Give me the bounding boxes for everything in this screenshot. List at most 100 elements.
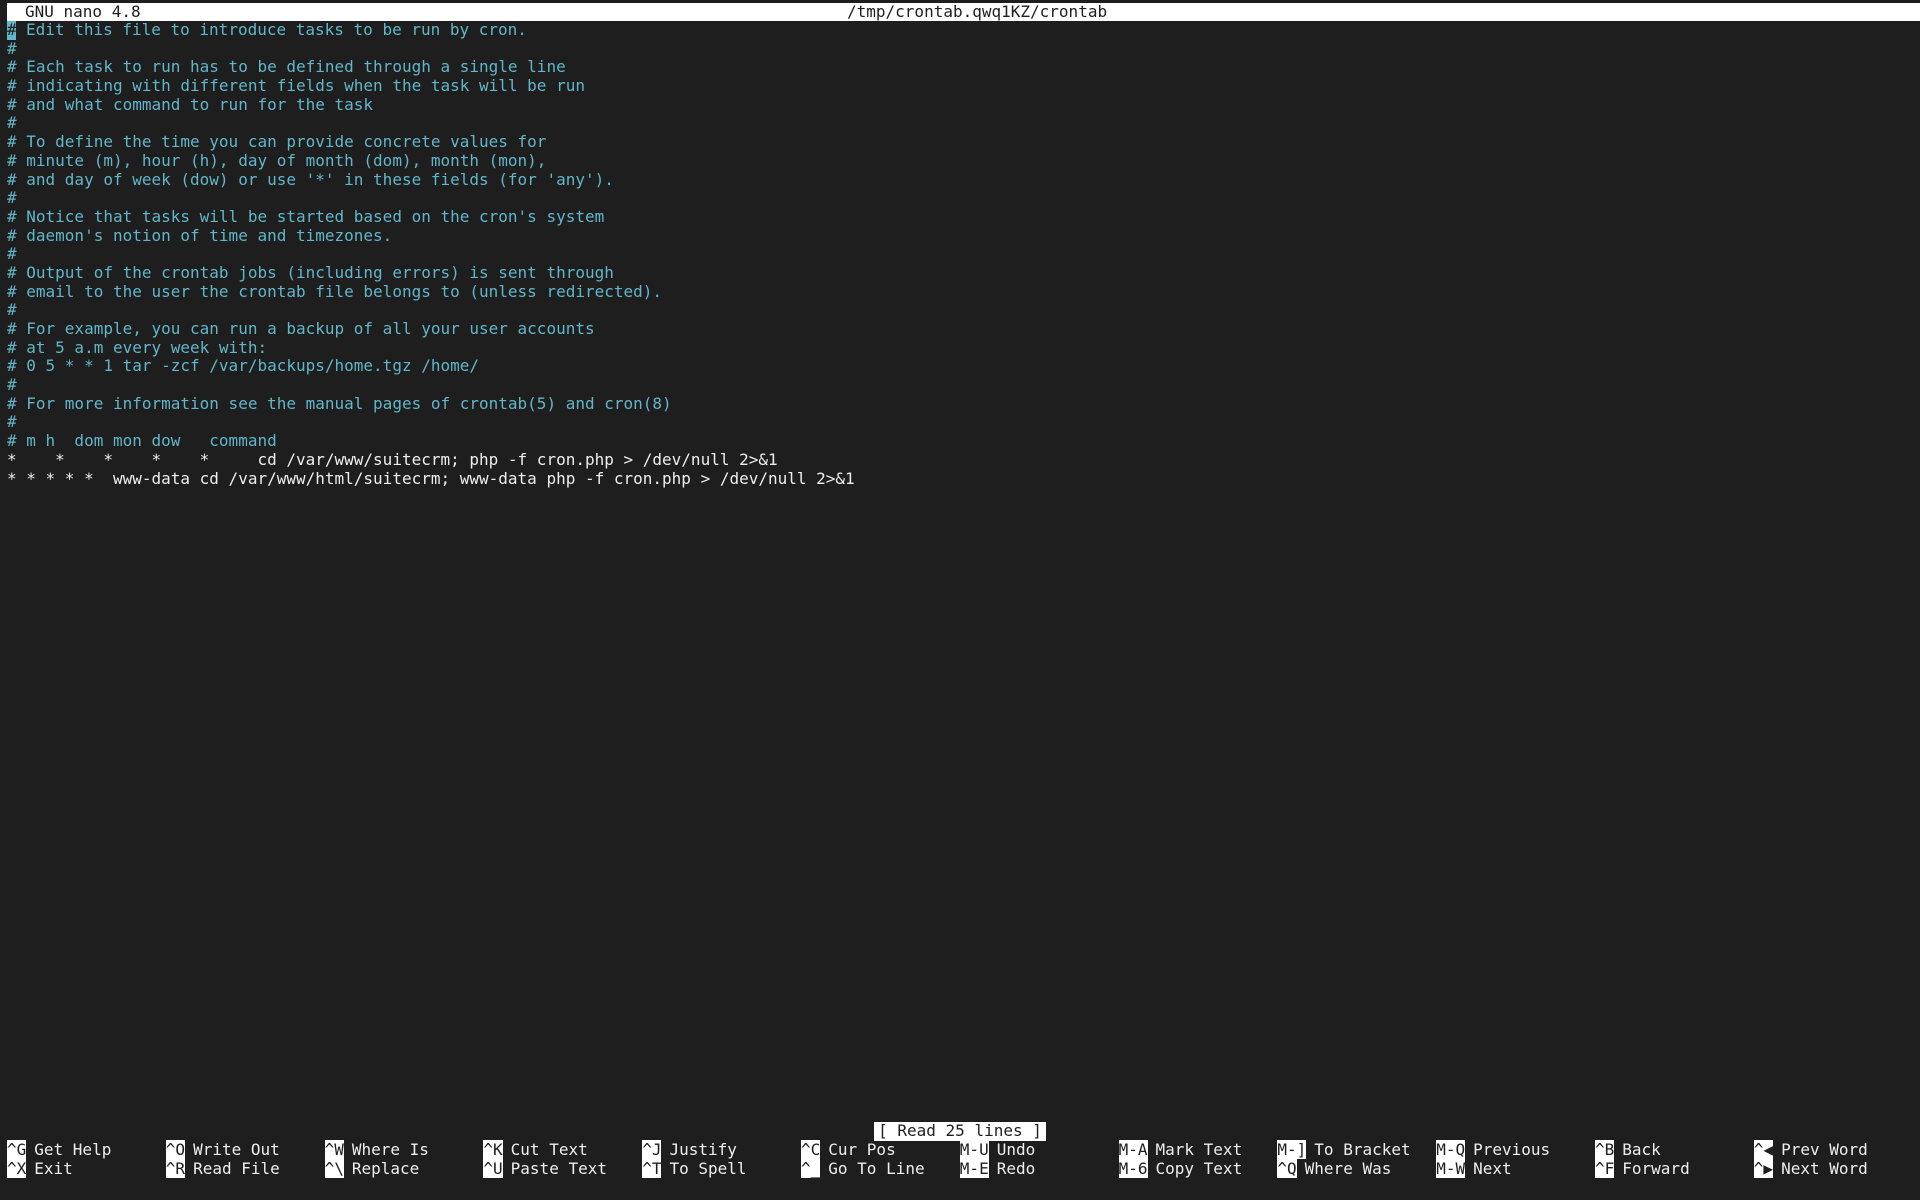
shortcut-next-word[interactable]: ^▶ Next Word <box>1753 1159 1868 1179</box>
shortcut-to-spell[interactable]: ^T To Spell <box>642 1159 747 1179</box>
title-bar: GNU nano 4.8 /tmp/crontab.qwq1KZ/crontab <box>7 2 1920 21</box>
shortcut-prev-word[interactable]: ^◀ Prev Word <box>1753 1140 1868 1160</box>
shortcut-key: M-U <box>959 1140 989 1159</box>
text-cursor: # <box>7 20 17 40</box>
comment-line[interactable]: # For example, you can run a backup of a… <box>7 319 1913 339</box>
cron-entry-line[interactable]: * * * * * www-data cd /var/www/html/suit… <box>7 469 1913 489</box>
shortcut-key: M-6 <box>1118 1159 1148 1178</box>
shortcut-to-bracket[interactable]: M-] To Bracket <box>1277 1140 1411 1160</box>
shortcut-key: ^J <box>642 1140 662 1159</box>
shortcut-label: Where Was <box>1304 1159 1392 1178</box>
shortcut-cur-pos[interactable]: ^C Cur Pos <box>801 1140 896 1160</box>
shortcut-label: Exit <box>34 1159 73 1178</box>
line-text: # Notice that tasks will be started base… <box>7 206 605 226</box>
comment-line[interactable]: # <box>7 38 1913 59</box>
line-text: Edit this file to introduce tasks to be … <box>16 20 527 39</box>
comment-line[interactable]: # email to the user the crontab file bel… <box>7 282 1913 302</box>
shortcut-label: Write Out <box>193 1140 280 1159</box>
comment-line[interactable]: # <box>7 244 1913 264</box>
shortcut-label: Cur Pos <box>828 1140 896 1159</box>
shortcut-key: ^G <box>7 1140 27 1159</box>
status-message: [ Read 25 lines ] <box>874 1121 1046 1141</box>
shortcut-get-help[interactable]: ^G Get Help <box>7 1140 112 1160</box>
shortcut-key: ^K <box>483 1140 503 1159</box>
shortcut-key: ^Q <box>1277 1159 1297 1178</box>
editor-buffer[interactable]: # Edit this file to introduce tasks to b… <box>7 20 1913 489</box>
shortcut-copy-text[interactable]: M-6 Copy Text <box>1118 1159 1243 1179</box>
shortcut-mark-text[interactable]: M-A Mark Text <box>1118 1140 1243 1160</box>
shortcut-key: ^F <box>1595 1159 1615 1178</box>
shortcut-label: Go To Line <box>828 1159 925 1178</box>
shortcut-key: M-W <box>1436 1159 1466 1178</box>
line-text: # <box>7 38 17 58</box>
shortcut-where-was[interactable]: ^Q Where Was <box>1277 1159 1392 1179</box>
comment-line[interactable]: # For more information see the manual pa… <box>7 393 1913 414</box>
line-text: # For example, you can run a backup of a… <box>7 319 595 338</box>
comment-line[interactable]: # at 5 a.m every week with: <box>7 338 1913 358</box>
line-text: # indicating with different fields when … <box>7 76 585 96</box>
shortcut-label: Get Help <box>34 1140 112 1159</box>
shortcut-key: ^◀ <box>1753 1140 1774 1159</box>
line-text: # For more information see the manual pa… <box>7 393 672 413</box>
line-text: # <box>7 188 17 208</box>
line-text: * * * * * cd /var/www/suitecrm; php -f c… <box>7 449 778 469</box>
comment-line[interactable]: # and day of week (dow) or use '*' in th… <box>7 169 1913 190</box>
shortcut-label: To Spell <box>669 1159 747 1178</box>
shortcut-justify[interactable]: ^J Justify <box>642 1140 737 1160</box>
shortcut-redo[interactable]: M-E Redo <box>959 1159 1035 1179</box>
shortcut-label: Justify <box>669 1140 737 1159</box>
comment-line[interactable]: # Edit this file to introduce tasks to b… <box>7 20 1913 40</box>
comment-line[interactable]: # <box>7 300 1913 320</box>
line-text: # <box>7 300 17 320</box>
comment-line[interactable]: # Each task to run has to be defined thr… <box>7 58 1913 77</box>
line-text: # <box>7 113 17 133</box>
comment-line[interactable]: # <box>7 413 1913 432</box>
comment-line[interactable]: # <box>7 188 1913 208</box>
line-text: # 0 5 * * 1 tar -zcf /var/backups/home.t… <box>7 356 480 376</box>
comment-line[interactable]: # indicating with different fields when … <box>7 76 1913 96</box>
comment-line[interactable]: # <box>7 114 1913 133</box>
shortcut-paste-text[interactable]: ^U Paste Text <box>483 1159 607 1179</box>
shortcut-go-to-line[interactable]: ^_ Go To Line <box>801 1159 925 1179</box>
cron-entry-line[interactable]: * * * * * cd /var/www/suitecrm; php -f c… <box>7 449 1913 470</box>
shortcut-back[interactable]: ^B Back <box>1595 1140 1661 1160</box>
shortcut-where-is[interactable]: ^W Where Is <box>324 1140 429 1160</box>
comment-line[interactable]: # daemon's notion of time and timezones. <box>7 226 1913 246</box>
shortcut-read-file[interactable]: ^R Read File <box>165 1159 280 1179</box>
line-text: # To define the time you can provide con… <box>7 132 547 152</box>
comment-line[interactable]: # and what command to run for the task <box>7 95 1913 115</box>
shortcut-label: Mark Text <box>1155 1140 1243 1159</box>
shortcut-next[interactable]: M-W Next <box>1436 1159 1512 1179</box>
line-text: # Output of the crontab jobs (including … <box>7 262 614 282</box>
line-text: # Each task to run has to be defined thr… <box>7 57 566 77</box>
line-text: # and day of week (dow) or use '*' in th… <box>7 169 614 189</box>
shortcut-write-out[interactable]: ^O Write Out <box>165 1140 280 1160</box>
shortcut-label: Replace <box>351 1159 420 1178</box>
comment-line[interactable]: # Notice that tasks will be started base… <box>7 206 1913 227</box>
shortcut-bar: ^G Get Help ^X Exit ^O Write Out ^R Read File ^W… <box>7 1140 1913 1179</box>
shortcut-previous[interactable]: M-Q Previous <box>1436 1140 1551 1160</box>
shortcut-cut-text[interactable]: ^K Cut Text <box>483 1140 588 1160</box>
comment-line[interactable]: # Output of the crontab jobs (including … <box>7 262 1913 283</box>
shortcut-key: ^C <box>801 1140 821 1159</box>
app-version: GNU nano 4.8 <box>25 2 141 21</box>
shortcut-key: M-] <box>1277 1140 1307 1159</box>
shortcut-replace[interactable]: ^\ Replace <box>324 1159 420 1179</box>
comment-line[interactable]: # m h dom mon dow command <box>7 431 1913 451</box>
shortcut-undo[interactable]: M-U Undo <box>959 1140 1036 1160</box>
shortcut-label: Previous <box>1473 1140 1551 1159</box>
shortcut-key: ^▶ <box>1753 1159 1774 1178</box>
comment-line[interactable]: # minute (m), hour (h), day of month (do… <box>7 151 1913 171</box>
shortcut-label: Copy Text <box>1155 1159 1243 1178</box>
comment-line[interactable]: # To define the time you can provide con… <box>7 132 1913 152</box>
shortcut-forward[interactable]: ^F Forward <box>1595 1159 1690 1179</box>
line-text: # <box>7 244 17 264</box>
comment-line[interactable]: # <box>7 375 1913 395</box>
shortcut-exit[interactable]: ^X Exit <box>7 1159 73 1179</box>
shortcut-label: Undo <box>996 1140 1036 1159</box>
shortcut-label: Forward <box>1622 1159 1690 1178</box>
shortcut-label: Cut Text <box>510 1140 588 1159</box>
line-text: # <box>7 375 17 395</box>
shortcut-key: ^_ <box>801 1159 821 1178</box>
comment-line[interactable]: # 0 5 * * 1 tar -zcf /var/backups/home.t… <box>7 357 1913 376</box>
